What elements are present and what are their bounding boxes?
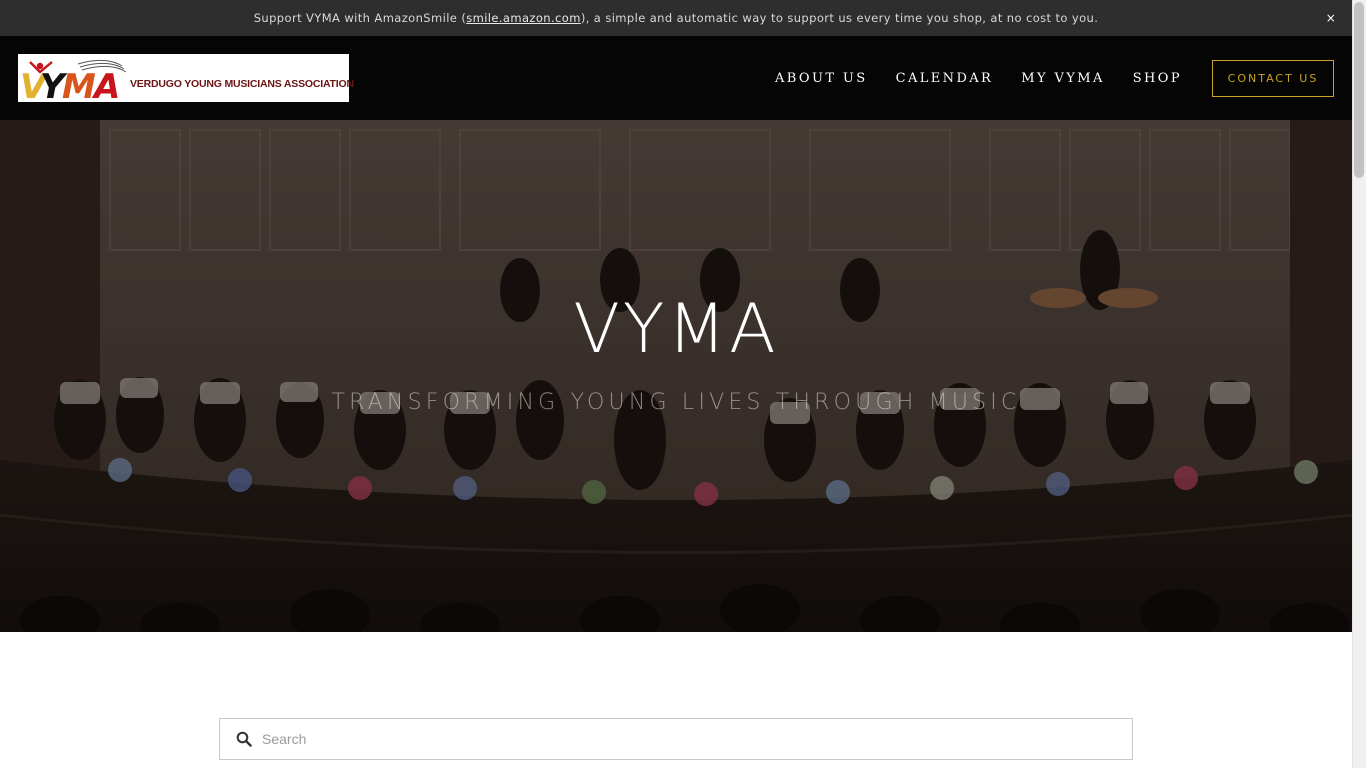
hero-subtitle: TRANSFORMING YOUNG LIVES THROUGH MUSIC [331,390,1021,415]
orchestra-photo [0,120,1352,632]
svg-text:A: A [91,67,120,102]
announcement-text-after: ), a simple and automatic way to support… [580,11,1099,25]
hero-banner: VYMA TRANSFORMING YOUNG LIVES THROUGH MU… [0,120,1352,632]
nav-shop[interactable]: SHOP [1133,71,1182,86]
logo-name: VERDUGO YOUNG MUSICIANS ASSOCIATION [130,78,354,90]
announcement-bar: Support VYMA with AmazonSmile (smile.ama… [0,0,1352,36]
hero-title: VYMA [573,290,779,369]
nav-about-us[interactable]: ABOUT US [775,71,868,86]
nav-calendar[interactable]: CALENDAR [896,71,994,86]
search-icon [236,731,252,747]
site-header: V Y M A VERDUGO YOUNG MUSICIANS ASSOCIAT… [0,36,1352,120]
scrollbar-thumb[interactable] [1354,2,1364,178]
nav-my-vyma[interactable]: MY VYMA [1021,71,1105,86]
amazon-smile-link[interactable]: smile.amazon.com [466,11,581,25]
main-nav: ABOUT US CALENDAR MY VYMA SHOP CONTACT U… [775,36,1352,120]
page-scrollbar[interactable] [1352,0,1366,768]
announcement-text-before: Support VYMA with AmazonSmile ( [253,11,467,25]
close-icon[interactable]: × [1324,11,1338,25]
search-box [219,718,1133,760]
svg-text:M: M [62,67,96,102]
site-logo[interactable]: V Y M A VERDUGO YOUNG MUSICIANS ASSOCIAT… [18,54,354,102]
search-input[interactable] [262,724,1112,754]
contact-us-button[interactable]: CONTACT US [1212,59,1334,97]
